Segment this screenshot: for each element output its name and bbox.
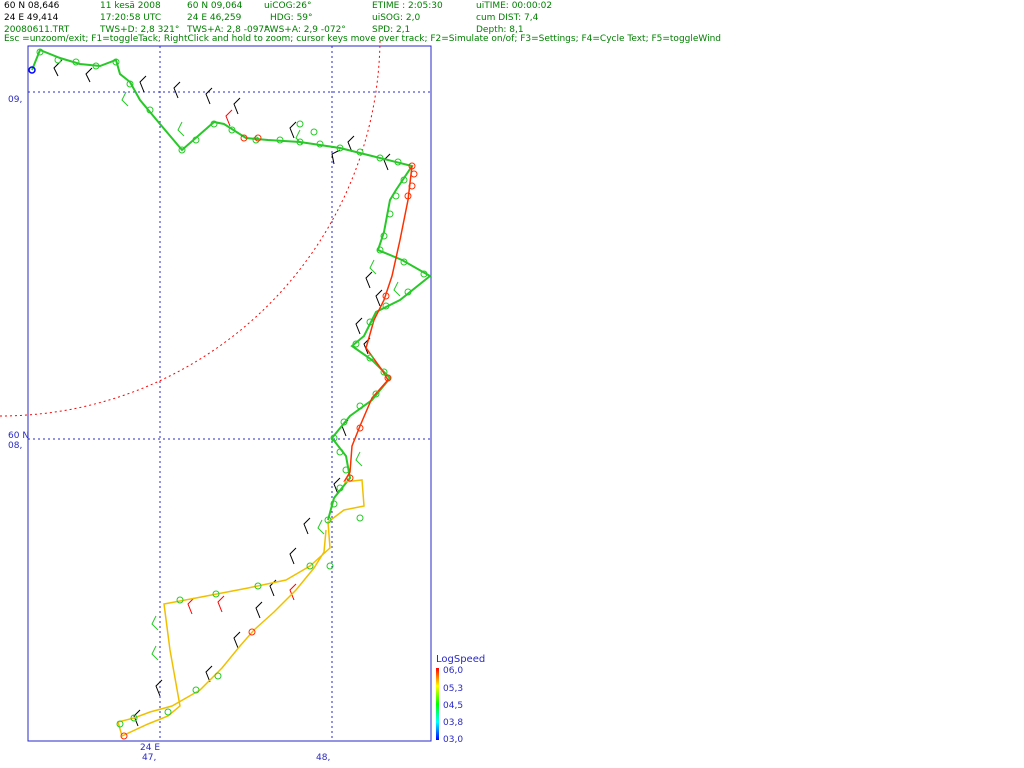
wind-barbs-red (187, 109, 297, 615)
legend-color-bar (436, 668, 439, 740)
grid-label-lon-48: 48, (316, 753, 331, 763)
range-circle (0, 39, 381, 417)
track-markers (36, 48, 428, 728)
track-line-red (343, 165, 413, 483)
grid-label-lat-09: 09, (8, 95, 23, 105)
legend-value-min: 03,0 (443, 735, 464, 745)
grid-label-lon-47: 47, (142, 753, 157, 763)
legend-title: LogSpeed (436, 654, 486, 665)
grid-label-lat-deg: 60 N (8, 431, 30, 441)
track-markers-red (120, 134, 418, 740)
legend-value-2: 05,3 (443, 684, 464, 694)
map-frame (27, 45, 432, 742)
legend-value-max: 06,0 (443, 666, 464, 676)
wind-barbs-green (121, 91, 401, 661)
wind-barbs (53, 59, 391, 727)
legend-value-3: 04,5 (443, 701, 464, 711)
track-map[interactable] (0, 0, 1024, 768)
track-line-yellow (117, 479, 365, 738)
legend-value-4: 03,8 (443, 718, 464, 728)
grid-label-lat-08: 08, (8, 441, 23, 451)
grid-label-lon-deg: 24 E (140, 743, 160, 753)
